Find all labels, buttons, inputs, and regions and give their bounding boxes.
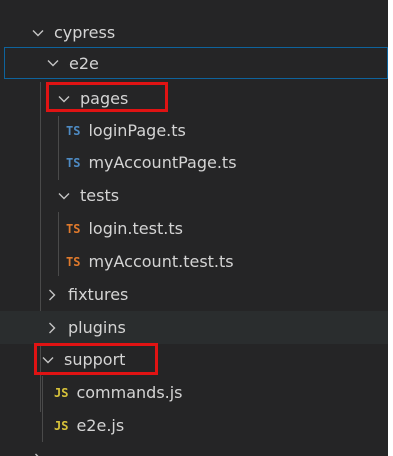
file-label: myAccount.test.ts <box>88 252 234 271</box>
tree-row-clipped-top[interactable] <box>0 0 388 11</box>
file-label: myAccountPage.ts <box>88 153 237 172</box>
folder-label: cypress <box>54 23 116 42</box>
javascript-file-icon: JS <box>54 385 69 400</box>
file-label: e2e.js <box>76 416 125 435</box>
file-row-e2e-js[interactable]: JS e2e.js <box>0 409 388 442</box>
folder-row-cypress[interactable]: cypress <box>0 16 388 49</box>
chevron-down-icon <box>47 57 59 69</box>
file-row-login-test[interactable]: TS login.test.ts <box>0 212 388 245</box>
highlight-box-support <box>34 343 158 375</box>
chevron-down-icon <box>58 190 70 202</box>
file-row-myaccountpage[interactable]: TS myAccountPage.ts <box>0 146 388 179</box>
typescript-test-file-icon: TS <box>66 254 81 269</box>
typescript-file-icon: TS <box>66 123 81 138</box>
chevron-right-icon <box>46 289 58 301</box>
highlight-box-pages <box>46 82 168 112</box>
file-label: login.test.ts <box>88 219 183 238</box>
javascript-file-icon: JS <box>54 418 69 433</box>
folder-row-e2e[interactable]: e2e <box>4 47 388 79</box>
typescript-test-file-icon: TS <box>66 221 81 236</box>
folder-row-plugins[interactable]: plugins <box>0 311 388 344</box>
file-label: commands.js <box>76 383 183 402</box>
folder-label: e2e <box>69 53 99 73</box>
folder-label: tests <box>80 186 120 205</box>
folder-row-tests[interactable]: tests <box>0 179 388 212</box>
typescript-file-icon: TS <box>66 155 81 170</box>
file-row-myaccount-test[interactable]: TS myAccount.test.ts <box>0 245 388 278</box>
file-label: loginPage.ts <box>88 121 186 140</box>
chevron-right-icon <box>46 322 58 334</box>
folder-row-fixtures[interactable]: fixtures <box>0 278 388 311</box>
chevron-right-icon <box>32 453 44 456</box>
explorer-panel: cypress e2e pages TS loginPage.ts TS myA… <box>0 0 388 456</box>
folder-label: plugins <box>68 318 126 337</box>
chevron-down-icon <box>32 27 44 39</box>
folder-label: fixtures <box>68 285 129 304</box>
file-row-loginpage[interactable]: TS loginPage.ts <box>0 114 388 147</box>
file-row-commands[interactable]: JS commands.js <box>0 376 388 409</box>
tree-row-clipped-bottom[interactable] <box>0 442 388 456</box>
